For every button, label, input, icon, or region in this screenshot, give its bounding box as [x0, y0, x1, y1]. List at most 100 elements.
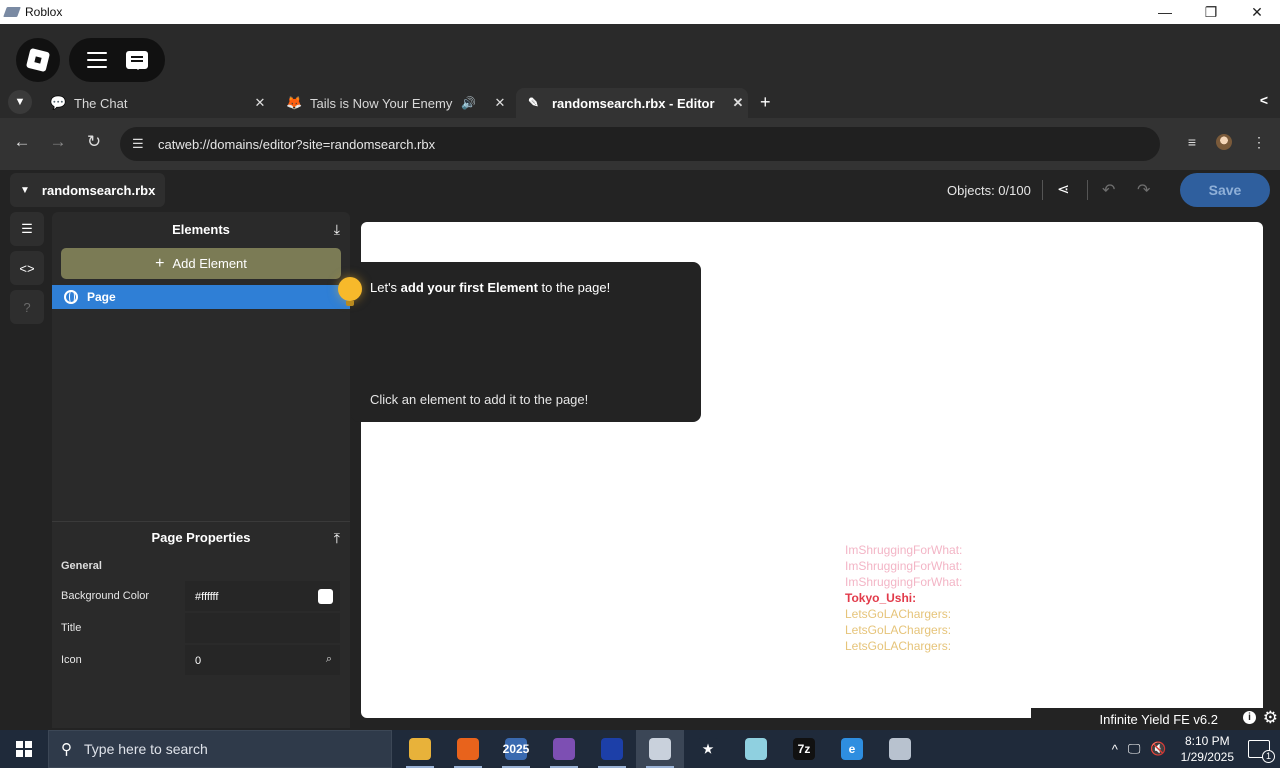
color-swatch[interactable]	[318, 589, 333, 604]
file-explorer-icon	[409, 738, 431, 760]
add-element-button[interactable]: + Add Element	[61, 248, 341, 279]
elements-title: Elements	[172, 222, 230, 237]
tab-editor[interactable]: ✎ randomsearch.rbx - Editor ✕	[516, 88, 748, 118]
background-color-field[interactable]: #ffffff	[185, 581, 340, 611]
taskbar-app-file-explorer[interactable]	[396, 730, 444, 768]
elements-panel: Elements ⤓ + Add Element Page Page Prope…	[52, 212, 350, 728]
title-field[interactable]	[185, 613, 340, 643]
tab-the-chat[interactable]: 💬 The Chat ✕	[38, 88, 270, 118]
app-diamond-icon	[745, 738, 767, 760]
tab-close-icon[interactable]: ✕	[250, 95, 270, 111]
taskbar-search[interactable]: ⚲ Type here to search	[48, 730, 392, 768]
save-button[interactable]: Save	[1180, 173, 1270, 207]
onboarding-tooltip: Let's add your first Element to the page…	[351, 262, 701, 422]
taskbar-app-app-diamond[interactable]	[732, 730, 780, 768]
divider	[1087, 180, 1088, 200]
start-button[interactable]	[0, 730, 48, 768]
window-title: Roblox	[25, 5, 63, 19]
lightbulb-icon	[338, 277, 362, 306]
taskbar-app-firefox[interactable]	[444, 730, 492, 768]
taskbar-app-app-drive[interactable]	[876, 730, 924, 768]
app-drive-icon	[889, 738, 911, 760]
roblox-logo-icon	[25, 47, 51, 73]
new-tab-button[interactable]: +	[760, 92, 771, 113]
site-settings-icon[interactable]: ☰	[132, 136, 148, 152]
audio-playing-icon[interactable]: 🔊	[461, 96, 476, 110]
system-tray: ^ 🖵 🔇 8:10 PM 1/29/2025 1	[1112, 730, 1280, 768]
notifications-icon[interactable]: 1	[1248, 740, 1275, 763]
tab-bar: ▼ 💬 The Chat ✕ 🦊 Tails is Now Your Enemy…	[0, 86, 1280, 118]
search-placeholder: Type here to search	[84, 741, 208, 757]
tab-close-icon[interactable]: ✕	[490, 95, 510, 111]
taskbar-app-tor-browser[interactable]	[540, 730, 588, 768]
queue-list-icon[interactable]: ≡	[1188, 134, 1196, 151]
tab-list-chevron-icon[interactable]: ▼	[8, 90, 32, 114]
taskbar-app-star-app[interactable]: ★	[684, 730, 732, 768]
site-selector[interactable]: ▼ randomsearch.rbx	[10, 173, 166, 207]
roblox-icon	[649, 738, 671, 760]
forward-button[interactable]: →	[47, 132, 69, 152]
roblox-app-icon	[3, 7, 21, 17]
chat-line: ImShruggingForWhat:	[845, 543, 963, 557]
reload-button[interactable]: ↻	[83, 132, 105, 152]
close-window-button[interactable]: ✕	[1234, 0, 1280, 24]
tab-close-icon[interactable]: ✕	[728, 95, 748, 111]
taskbar-app-roblox[interactable]	[636, 730, 684, 768]
back-button[interactable]: ←	[11, 132, 33, 152]
volume-muted-icon[interactable]: 🔇	[1150, 741, 1166, 757]
share-icon[interactable]: ⋖	[1057, 180, 1070, 198]
tab-tails[interactable]: 🦊 Tails is Now Your Enemy 🔊 ✕	[274, 88, 510, 118]
roblox-controls-pill	[69, 38, 165, 82]
taskbar-apps: 2025 ★ 7z e	[396, 730, 924, 768]
chat-log: ImShruggingForWhat: ImShruggingForWhat: …	[845, 542, 962, 654]
pencil-icon: ✎	[528, 95, 539, 110]
taskbar-app-edge-legacy[interactable]: e	[828, 730, 876, 768]
image-search-icon[interactable]: ⌕	[326, 653, 332, 666]
hamburger-menu-icon[interactable]	[86, 52, 107, 68]
help-icon[interactable]: ?	[10, 290, 44, 324]
7zip-icon: 7z	[793, 738, 815, 760]
windows-taskbar: ⚲ Type here to search 2025 ★ 7z e ^ 🖵 🔇 8:1…	[0, 730, 1280, 768]
url-field[interactable]: ☰ catweb://domains/editor?site=randomsea…	[120, 127, 1160, 161]
page-properties-title: Page Properties	[151, 530, 251, 545]
tooltip-heading: Let's add your first Element to the page…	[370, 280, 611, 295]
infinite-yield-label: Infinite Yield FE v6.2	[1099, 712, 1218, 727]
more-menu-icon[interactable]: ⋮	[1252, 134, 1266, 151]
editor-rail: ☰ <> ?	[10, 212, 46, 329]
tree-item-page[interactable]: Page	[52, 285, 350, 309]
info-icon[interactable]: i	[1243, 711, 1256, 724]
profile-avatar-icon[interactable]	[1216, 134, 1232, 150]
gear-icon[interactable]: ⚙	[1263, 708, 1278, 728]
restore-button[interactable]: ❐	[1188, 0, 1234, 24]
roblox-top-bar	[0, 24, 1280, 86]
window-controls: — ❐ ✕	[1142, 0, 1280, 24]
minimize-button[interactable]: —	[1142, 0, 1188, 24]
browser-actions: ≡ ⋮	[1188, 134, 1266, 151]
prop-background-color: Background Color #ffffff	[52, 580, 350, 612]
address-bar: ← → ↻ ☰ catweb://domains/editor?site=ran…	[0, 118, 1280, 170]
network-icon[interactable]: 🖵	[1128, 741, 1141, 757]
app-blue-icon	[601, 738, 623, 760]
clock[interactable]: 8:10 PM 1/29/2025	[1181, 733, 1234, 765]
taskbar-app-app-blue[interactable]	[588, 730, 636, 768]
taskbar-app-7zip[interactable]: 7z	[780, 730, 828, 768]
url-text: catweb://domains/editor?site=randomsearc…	[158, 136, 436, 152]
chat-line: Tokyo_Ushi:	[845, 591, 917, 605]
taskbar-app-game-2025[interactable]: 2025	[492, 730, 540, 768]
edge-legacy-icon: e	[841, 738, 863, 760]
prop-title: Title	[52, 612, 350, 644]
star-app-icon: ★	[697, 738, 719, 760]
list-view-icon[interactable]: ☰	[10, 212, 44, 246]
show-hidden-icons-icon[interactable]: ^	[1112, 742, 1118, 757]
upload-icon[interactable]: ⤒	[334, 530, 340, 547]
icon-field[interactable]: 0 ⌕	[185, 645, 340, 675]
chat-bubble-icon: 💬	[50, 95, 67, 110]
chevron-down-icon: ▼	[20, 184, 30, 196]
download-icon[interactable]: ⤓	[334, 221, 340, 238]
redo-icon[interactable]: ↷	[1137, 180, 1150, 200]
collapse-side-icon[interactable]: <	[1260, 92, 1268, 108]
roblox-menu-button[interactable]	[16, 38, 60, 82]
code-icon[interactable]: <>	[10, 251, 44, 285]
undo-icon[interactable]: ↶	[1102, 180, 1115, 200]
chat-icon[interactable]	[125, 51, 148, 70]
